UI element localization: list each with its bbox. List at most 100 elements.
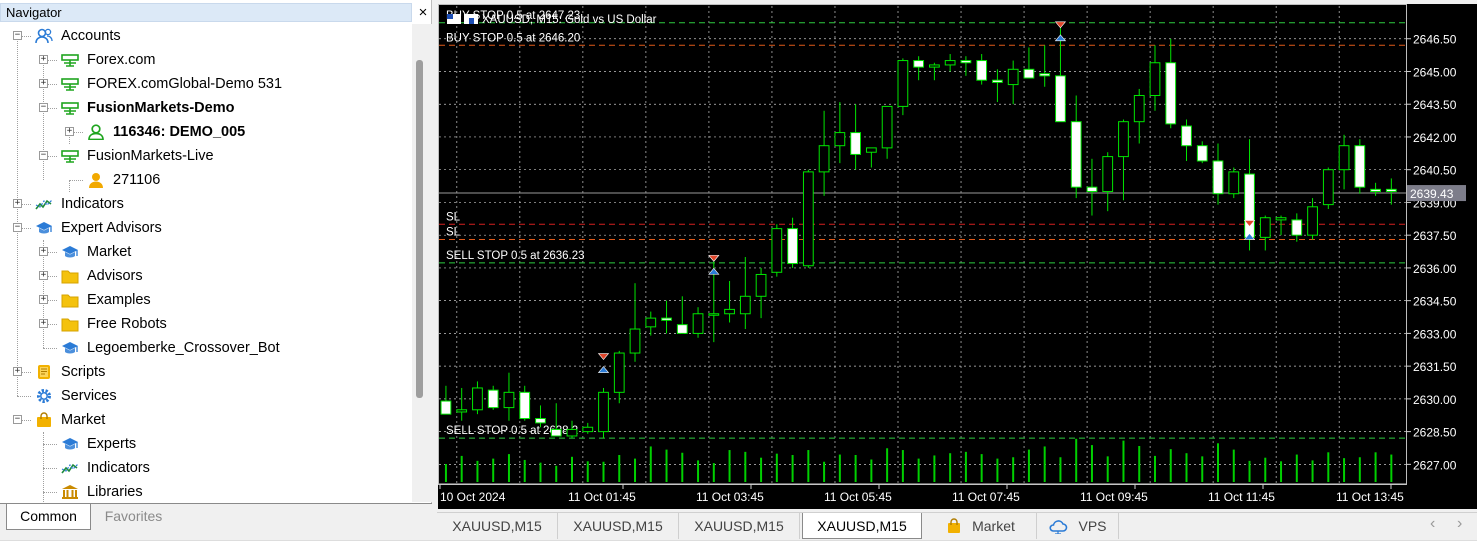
expand-icon[interactable]: + — [39, 55, 48, 64]
tree-item-experts[interactable]: Experts — [0, 432, 412, 456]
collapse-icon[interactable]: − — [39, 151, 48, 160]
time-label: 11 Oct 13:45 — [1336, 490, 1404, 504]
tree-item-market[interactable]: + Market — [0, 240, 412, 264]
graduation-cap-icon — [61, 436, 79, 452]
candle-body — [1070, 121, 1082, 188]
candle-body — [739, 295, 751, 315]
tab-favorites[interactable]: Favorites — [91, 504, 176, 530]
script-icon — [35, 364, 53, 380]
tree-item-label: Advisors — [87, 268, 143, 284]
folder-icon — [61, 316, 79, 332]
tree-item-indicators[interactable]: + Indicators — [0, 192, 412, 216]
user-orange-icon — [87, 172, 105, 188]
order-line-label: SL — [446, 211, 461, 223]
collapse-icon[interactable]: − — [13, 31, 22, 40]
scroll-right-arrow[interactable]: › — [1457, 515, 1462, 533]
collapse-icon[interactable]: − — [39, 103, 48, 112]
tree-item-accounts[interactable]: − Accounts — [0, 24, 412, 48]
user-green-icon — [87, 124, 105, 141]
expand-icon[interactable]: + — [39, 295, 48, 304]
tree-item-fusionmarkets-live[interactable]: − FusionMarkets-Live — [0, 144, 412, 168]
collapse-icon[interactable]: − — [13, 415, 22, 424]
tree-item-116346-demo-005[interactable]: +116346: DEMO_005 — [0, 120, 412, 144]
price-chart[interactable]: 2646.50 2645.00 2643.50 2642.00 2640.50 2639.… — [438, 4, 1477, 509]
tree-item-free-robots[interactable]: + Free Robots — [0, 312, 412, 336]
expand-icon[interactable]: + — [39, 247, 48, 256]
tree-item-scripts[interactable]: + Scripts — [0, 360, 412, 384]
chart-tab-5[interactable]: Market — [925, 513, 1037, 539]
expand-icon[interactable]: + — [13, 199, 22, 208]
tree-item-fusionmarkets-demo[interactable]: − FusionMarkets-Demo — [0, 96, 412, 120]
chart-tab-4[interactable]: XAUUSD,M15 — [802, 513, 922, 539]
tree-item-label: FusionMarkets-Live — [87, 148, 214, 164]
candle-body — [850, 132, 861, 155]
chart-tab-2[interactable]: XAUUSD,M15 — [558, 513, 679, 539]
price-label: 2642.00 — [1413, 131, 1457, 145]
tree-item-label: Legoemberke_Crossover_Bot — [87, 340, 280, 356]
expand-icon[interactable]: + — [39, 79, 48, 88]
tree-item-legoemberke-crossover-bot[interactable]: Legoemberke_Crossover_Bot — [0, 336, 412, 360]
tab-common[interactable]: Common — [6, 504, 91, 530]
tree-item-label: Experts — [87, 436, 137, 452]
chart-tab-3[interactable]: XAUUSD,M15 — [679, 513, 800, 539]
chart-canvas[interactable]: 2646.50 2645.00 2643.50 2642.00 2640.50 2639.… — [438, 4, 1477, 509]
market-bag-icon — [35, 412, 53, 428]
candle-body — [472, 387, 483, 411]
tree-item-advisors[interactable]: + Advisors — [0, 264, 412, 288]
tree-item-forex-comglobal-demo-531[interactable]: + FOREX.comGlobal-Demo 531 — [0, 72, 412, 96]
library-icon — [61, 484, 79, 500]
buy-arrow-icon — [708, 267, 720, 275]
order-line-label: SL — [446, 227, 461, 239]
graduation-cap-icon — [61, 340, 79, 356]
navigator-tabs: Common Favorites — [0, 503, 432, 530]
expand-icon[interactable]: + — [39, 271, 48, 280]
chart-tab-label: Market — [972, 518, 1015, 534]
chart-tab-label: XAUUSD,M15 — [694, 518, 784, 534]
candle-body — [1039, 73, 1051, 77]
sell-arrow-icon — [1054, 21, 1067, 29]
tree-item-label: 116346: DEMO_005 — [113, 124, 246, 140]
time-label: 11 Oct 09:45 — [1080, 490, 1148, 504]
tree-item-indicators[interactable]: Indicators — [0, 456, 412, 480]
scrollbar-thumb[interactable] — [416, 60, 423, 398]
candle-body — [834, 132, 846, 147]
candle-body — [1212, 160, 1224, 195]
candle-body — [1133, 94, 1145, 123]
tree-item-services[interactable]: Services — [0, 384, 412, 408]
plot-frame — [438, 4, 1407, 485]
candle-body — [944, 60, 956, 66]
graduation-cap-icon — [61, 244, 79, 260]
scroll-left-arrow[interactable]: ‹ — [1430, 515, 1435, 533]
chart-tab-1[interactable]: XAUUSD,M15 — [437, 513, 558, 539]
price-label: 2634.50 — [1413, 295, 1457, 309]
expand-icon[interactable]: + — [39, 319, 48, 328]
broker-server-icon — [61, 76, 79, 92]
candle-body — [456, 409, 468, 413]
collapse-icon[interactable]: − — [13, 223, 22, 232]
chart-tab-label: XAUUSD,M15 — [452, 518, 542, 534]
chart-tabs-bar: XAUUSD,M15 XAUUSD,M15 XAUUSD,M15 XAUUSD,M15… — [437, 512, 1477, 539]
tree-item-expert-advisors[interactable]: − Expert Advisors — [0, 216, 412, 240]
candle-body — [976, 60, 988, 81]
tree-item-market[interactable]: − Market — [0, 408, 412, 432]
broker-server-icon — [61, 52, 79, 68]
tree-item-271106[interactable]: 271106 — [0, 168, 412, 192]
tree-item-label: Free Robots — [87, 316, 167, 332]
tree-item-forex-com[interactable]: + Forex.com — [0, 48, 412, 72]
chart-tab-6[interactable]: VPS — [1037, 513, 1119, 539]
price-label: 2637.50 — [1413, 229, 1457, 243]
candle-body — [582, 426, 594, 433]
tree-item-examples[interactable]: + Examples — [0, 288, 412, 312]
price-label: 2633.00 — [1413, 327, 1457, 341]
navigator-tree: − Accounts + Forex.com + FOREX.comGlobal-Demo… — [0, 24, 412, 502]
expand-icon[interactable]: + — [13, 367, 22, 376]
tree-item-label: Libraries — [87, 484, 143, 500]
time-label: 11 Oct 11:45 — [1208, 490, 1275, 504]
flag-gold-mark — [469, 18, 474, 24]
expand-icon[interactable]: + — [65, 127, 74, 136]
close-icon[interactable]: × — [414, 3, 432, 22]
tree-item-libraries[interactable]: Libraries — [0, 480, 412, 502]
candle-body — [1370, 188, 1381, 193]
tree-item-label: Expert Advisors — [61, 220, 162, 236]
candle-body — [1291, 219, 1303, 236]
